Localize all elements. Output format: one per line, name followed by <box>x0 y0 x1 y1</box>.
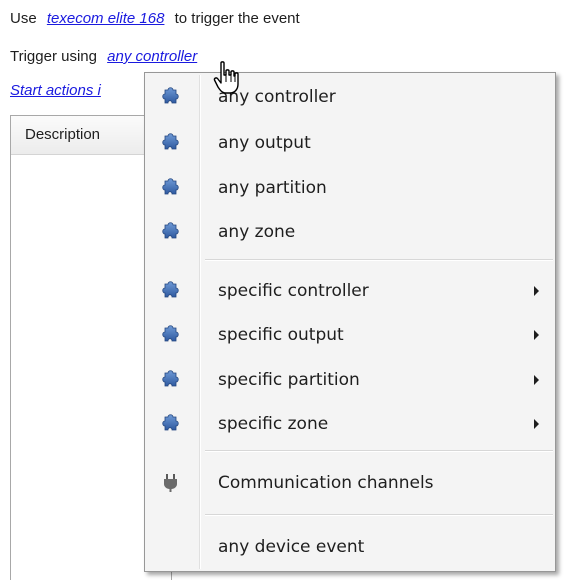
menu-item-label: specific controller <box>218 281 369 301</box>
menu-item-any-zone[interactable]: any zone <box>147 210 553 254</box>
menu-item-any-device-event[interactable]: any device event <box>147 525 553 569</box>
menu-item-specific-output[interactable]: specific output <box>147 313 553 357</box>
puzzle-icon <box>160 324 181 345</box>
puzzle-icon <box>160 221 181 242</box>
menu-item-specific-zone[interactable]: specific zone <box>147 402 553 446</box>
menu-item-specific-partition[interactable]: specific partition <box>147 358 553 402</box>
menu-item-any-controller[interactable]: any controller <box>147 75 553 119</box>
device-link[interactable]: texecom elite 168 <box>47 10 165 27</box>
puzzle-icon <box>160 132 181 153</box>
menu-item-label: any device event <box>218 537 365 557</box>
puzzle-icon <box>160 86 181 107</box>
puzzle-icon <box>160 177 181 198</box>
menu-item-label: any output <box>218 133 311 153</box>
trigger-using-label: Trigger using <box>10 48 97 65</box>
start-actions-link[interactable]: Start actions i <box>10 82 101 99</box>
menu-item-label: any controller <box>218 87 336 107</box>
menu-item-label: any partition <box>218 178 327 198</box>
plug-icon <box>160 472 181 493</box>
menu-item-any-partition[interactable]: any partition <box>147 166 553 210</box>
event-source-line: Use texecom elite 168 to trigger the eve… <box>10 10 300 27</box>
menu-item-label: specific partition <box>218 370 360 390</box>
submenu-arrow-icon <box>534 330 539 340</box>
trigger-line: Trigger using any controller <box>10 48 197 65</box>
puzzle-icon <box>160 413 181 434</box>
puzzle-icon <box>160 280 181 301</box>
menu-item-any-output[interactable]: any output <box>147 121 553 165</box>
menu-item-label: specific output <box>218 325 344 345</box>
menu-separator <box>205 514 553 516</box>
start-actions-line: Start actions i <box>10 82 101 99</box>
puzzle-icon <box>160 369 181 390</box>
submenu-arrow-icon <box>534 286 539 296</box>
submenu-arrow-icon <box>534 375 539 385</box>
menu-separator <box>205 450 553 452</box>
use-label: Use <box>10 10 37 27</box>
trigger-dropdown-menu: any controller any output any partition any… <box>144 72 556 572</box>
submenu-arrow-icon <box>534 419 539 429</box>
menu-item-label: Communication channels <box>218 473 434 493</box>
trigger-link[interactable]: any controller <box>107 48 197 65</box>
menu-item-communication-channels[interactable]: Communication channels <box>147 461 553 505</box>
menu-item-specific-controller[interactable]: specific controller <box>147 269 553 313</box>
trigger-event-label: to trigger the event <box>174 10 300 27</box>
menu-item-label: any zone <box>218 222 296 242</box>
menu-item-label: specific zone <box>218 414 329 434</box>
menu-separator <box>205 259 553 261</box>
